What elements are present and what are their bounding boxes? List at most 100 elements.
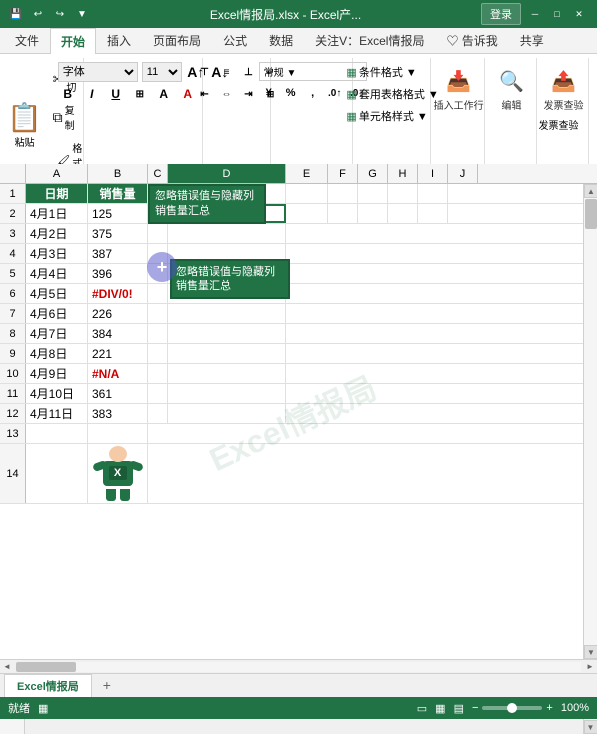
cell-C4[interactable] [148,244,168,263]
cell-C7[interactable] [148,304,168,323]
tab-data[interactable]: 数据 [258,27,304,53]
cell-D10[interactable] [168,364,286,383]
cell-G1[interactable] [358,184,388,203]
font-size-select[interactable]: 11 [142,62,182,82]
cell-B8[interactable]: 384 [88,324,148,343]
scroll-down-btn[interactable]: ▼ [584,645,597,659]
redo-icon[interactable]: ↪ [52,6,68,22]
cell-D1-merged[interactable]: 忽略错误值与隐藏列销售量汇总 [170,259,290,299]
cell-A7[interactable]: 4月6日 [26,304,88,323]
row-9-header[interactable]: 9 [0,344,26,363]
v-scrollbar[interactable]: ▲ ▼ [583,184,597,659]
undo-icon[interactable]: ↩ [30,6,46,22]
cell-E2[interactable] [286,204,328,223]
col-I-header[interactable]: I [418,164,448,183]
v-scroll-track[interactable] [584,198,597,645]
cell-D3[interactable] [168,224,286,243]
align-middle-button[interactable]: ≡ [216,62,236,82]
row-6-header[interactable]: 6 [0,284,26,303]
cell-C5[interactable] [148,264,168,283]
cell-A6[interactable]: 4月5日 [26,284,88,303]
cell-C9[interactable] [148,344,168,363]
cell-H1[interactable] [388,184,418,203]
row-10-header[interactable]: 10 [0,364,26,383]
scroll-left-btn[interactable]: ◄ [0,660,14,674]
view-page-icon[interactable]: ▤ [454,702,464,715]
close-button[interactable]: ✕ [569,6,589,22]
customize-icon[interactable]: ▼ [74,6,90,22]
align-center-button[interactable]: ⇔ [216,84,236,104]
insert-row-button[interactable]: 📥 插入工作行 [429,62,489,115]
edit-button[interactable]: 🔍 编辑 [491,62,533,115]
currency-button[interactable]: ¥ [259,83,279,103]
tab-insert[interactable]: 插入 [96,27,142,53]
cell-C3[interactable] [148,224,168,243]
cell-A10[interactable]: 4月9日 [26,364,88,383]
col-H-header[interactable]: H [388,164,418,183]
row-3-header[interactable]: 3 [0,224,26,243]
col-C-header[interactable]: C [148,164,168,183]
cell-H2[interactable] [388,204,418,223]
cell-A4[interactable]: 4月3日 [26,244,88,263]
cell-B4[interactable]: 387 [88,244,148,263]
cell-A5[interactable]: 4月4日 [26,264,88,283]
cell-A3[interactable]: 4月2日 [26,224,88,243]
col-F-header[interactable]: F [328,164,358,183]
align-top-button[interactable]: ⊤ [194,62,214,82]
cell-B7[interactable]: 226 [88,304,148,323]
row-8-header[interactable]: 8 [0,324,26,343]
cell-B6-error[interactable]: #DIV/0! [88,284,148,303]
maximize-button[interactable]: □ [547,6,567,22]
tab-home[interactable]: 开始 [50,28,96,54]
cell-A2[interactable]: 4月1日 [26,204,88,223]
cell-I2[interactable] [418,204,448,223]
cell-A11[interactable]: 4月10日 [26,384,88,403]
col-G-header[interactable]: G [358,164,388,183]
row-5-header[interactable]: 5 [0,264,26,283]
align-right-button[interactable]: ⇥ [238,84,258,104]
cell-B1[interactable]: 销售量 [88,184,148,203]
zoom-in-button[interactable]: + [546,702,552,714]
row-4-header[interactable]: 4 [0,244,26,263]
cell-D12[interactable] [168,404,286,423]
col-J-header[interactable]: J [448,164,478,183]
cell-A12[interactable]: 4月11日 [26,404,88,423]
align-bottom-button[interactable]: ⊥ [238,62,258,82]
tab-custom[interactable]: 关注V：Excel情报局 [304,27,435,53]
row-2-header[interactable]: 2 [0,204,26,223]
cell-A9[interactable]: 4月8日 [26,344,88,363]
h-scroll-thumb[interactable] [16,662,76,672]
cell-B11[interactable]: 361 [88,384,148,403]
comma-button[interactable]: , [303,83,323,103]
cell-A13[interactable] [26,424,88,443]
tab-tell-me[interactable]: ♡ 告诉我 [435,27,508,53]
italic-button[interactable]: I [82,84,102,104]
bold-button[interactable]: B [58,84,78,104]
view-pagebreak-icon[interactable]: ▦ [435,702,445,715]
col-A-header[interactable]: A [26,164,88,183]
cell-C6[interactable] [148,284,168,303]
cell-D11[interactable] [168,384,286,403]
cell-A8[interactable]: 4月7日 [26,324,88,343]
zoom-out-button[interactable]: − [472,702,478,714]
cell-C10[interactable] [148,364,168,383]
row-1-header[interactable]: 1 [0,184,26,203]
minimize-button[interactable]: ─ [525,6,545,22]
row-13-header[interactable]: 13 [0,424,26,443]
percent-button[interactable]: % [281,83,301,103]
row-12-header[interactable]: 12 [0,404,26,423]
align-left-button[interactable]: ⇤ [194,84,214,104]
cell-B13[interactable] [88,424,148,443]
cell-E1[interactable] [286,184,328,203]
cell-B5[interactable]: 396 [88,264,148,283]
v-scroll-thumb[interactable] [585,199,597,229]
paste-button[interactable]: 📋 粘贴 [5,100,45,150]
cell-J1[interactable] [448,184,583,203]
row-7-header[interactable]: 7 [0,304,26,323]
cell-B3[interactable]: 375 [88,224,148,243]
cell-A1[interactable]: 日期 [26,184,88,203]
row-11-header[interactable]: 11 [0,384,26,403]
send-check-button[interactable]: 📤 发票查验 [539,62,589,115]
font-name-select[interactable]: 字体 [58,62,138,82]
cell-C11[interactable] [148,384,168,403]
